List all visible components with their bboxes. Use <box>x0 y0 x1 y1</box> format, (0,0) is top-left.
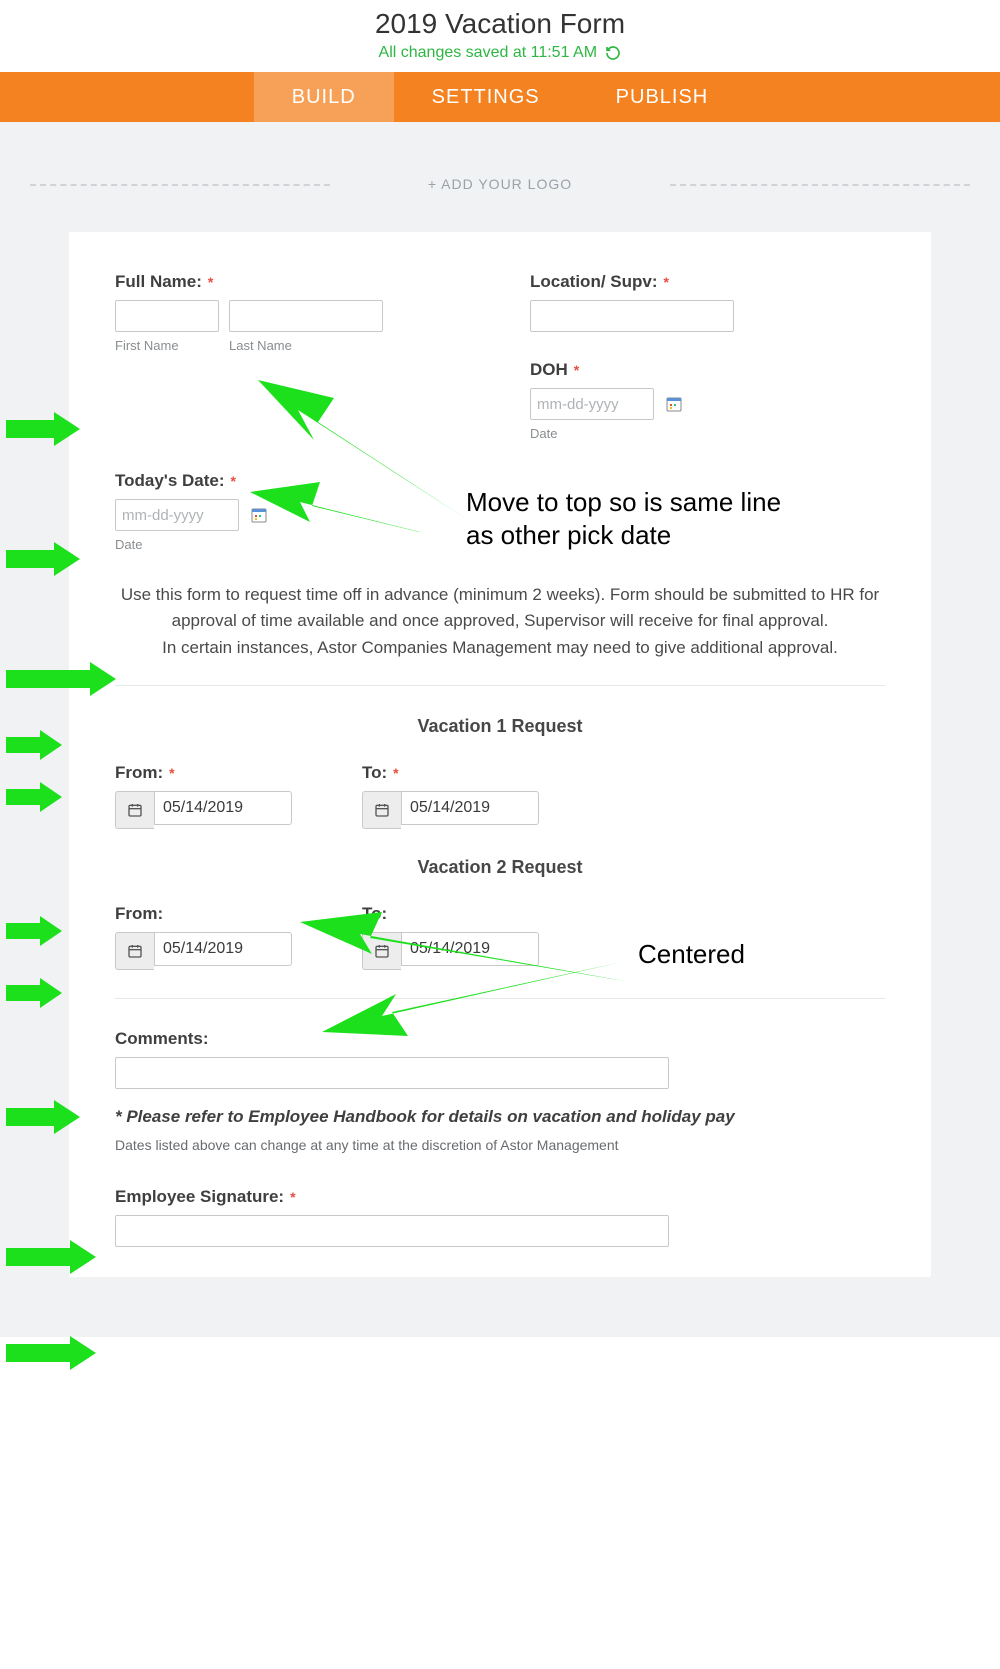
vac2-from-label: From: <box>115 904 292 924</box>
save-status: All changes saved at 11:51 AM <box>0 44 1000 62</box>
employee-signature-label: Employee Signature:* <box>115 1187 885 1207</box>
divider <box>115 998 885 999</box>
annotation-arrow-icon <box>6 1336 96 1370</box>
form-description: Use this form to request time off in adv… <box>119 582 881 661</box>
calendar-icon[interactable] <box>251 507 267 523</box>
calendar-icon[interactable] <box>362 791 401 829</box>
field-vac2-from: From: <box>115 904 292 970</box>
field-vac1-to: To:* <box>362 763 539 829</box>
form-canvas: + ADD YOUR LOGO Full Name:* First Name L… <box>0 122 1000 1337</box>
annotation-arrow-icon <box>6 782 62 812</box>
vac1-to-label: To:* <box>362 763 539 783</box>
annotation-text-move-top: Move to top so is same line as other pic… <box>466 486 786 551</box>
annotation-arrow-icon <box>6 730 62 760</box>
doh-sublabel: Date <box>530 426 885 441</box>
add-logo-button[interactable]: + ADD YOUR LOGO <box>30 176 970 192</box>
comments-label: Comments: <box>115 1029 885 1049</box>
field-vac2-to: To: <box>362 904 539 970</box>
last-name-input[interactable] <box>229 300 383 332</box>
tab-publish[interactable]: PUBLISH <box>578 72 747 122</box>
calendar-icon[interactable] <box>362 932 401 970</box>
calendar-icon[interactable] <box>115 791 154 829</box>
calendar-icon[interactable] <box>115 932 154 970</box>
vac2-to-label: To: <box>362 904 539 924</box>
tab-settings[interactable]: SETTINGS <box>394 72 578 122</box>
employee-signature-input[interactable] <box>115 1215 669 1247</box>
vac2-to-input[interactable] <box>401 932 539 966</box>
comments-input[interactable] <box>115 1057 669 1089</box>
doh-input[interactable] <box>530 388 654 420</box>
vac1-from-input[interactable] <box>154 791 292 825</box>
field-full-name: Full Name:* First Name Last Name <box>115 272 470 441</box>
handbook-note: * Please refer to Employee Handbook for … <box>115 1107 885 1127</box>
first-name-input[interactable] <box>115 300 219 332</box>
page-title: 2019 Vacation Form <box>0 8 1000 40</box>
annotation-arrow-icon <box>6 916 62 946</box>
first-name-sublabel: First Name <box>115 338 219 353</box>
vac2-from-input[interactable] <box>154 932 292 966</box>
field-comments: Comments: <box>115 1029 885 1089</box>
history-icon <box>605 45 621 61</box>
form-card: Full Name:* First Name Last Name Locatio… <box>69 232 931 1277</box>
header: 2019 Vacation Form All changes saved at … <box>0 0 1000 72</box>
todays-date-input[interactable] <box>115 499 239 531</box>
calendar-icon[interactable] <box>666 396 682 412</box>
annotation-arrow-icon <box>6 978 62 1008</box>
annotation-text-centered: Centered <box>638 938 745 971</box>
vac1-from-label: From:* <box>115 763 292 783</box>
vacation-1-heading: Vacation 1 Request <box>115 716 885 737</box>
field-vac1-from: From:* <box>115 763 292 829</box>
tab-build[interactable]: BUILD <box>254 72 394 122</box>
vacation-2-heading: Vacation 2 Request <box>115 857 885 878</box>
field-location-supv: Location/ Supv:* DOH* Date <box>530 272 885 441</box>
location-supv-label: Location/ Supv:* <box>530 272 885 292</box>
field-employee-signature: Employee Signature:* <box>115 1187 885 1247</box>
vac1-to-input[interactable] <box>401 791 539 825</box>
doh-label: DOH* <box>530 360 885 380</box>
discretion-note: Dates listed above can change at any tim… <box>115 1137 885 1153</box>
location-supv-input[interactable] <box>530 300 734 332</box>
field-doh: DOH* Date <box>530 360 885 441</box>
full-name-label: Full Name:* <box>115 272 470 292</box>
last-name-sublabel: Last Name <box>229 338 383 353</box>
divider <box>115 685 885 686</box>
builder-tabs: BUILD SETTINGS PUBLISH <box>0 72 1000 122</box>
